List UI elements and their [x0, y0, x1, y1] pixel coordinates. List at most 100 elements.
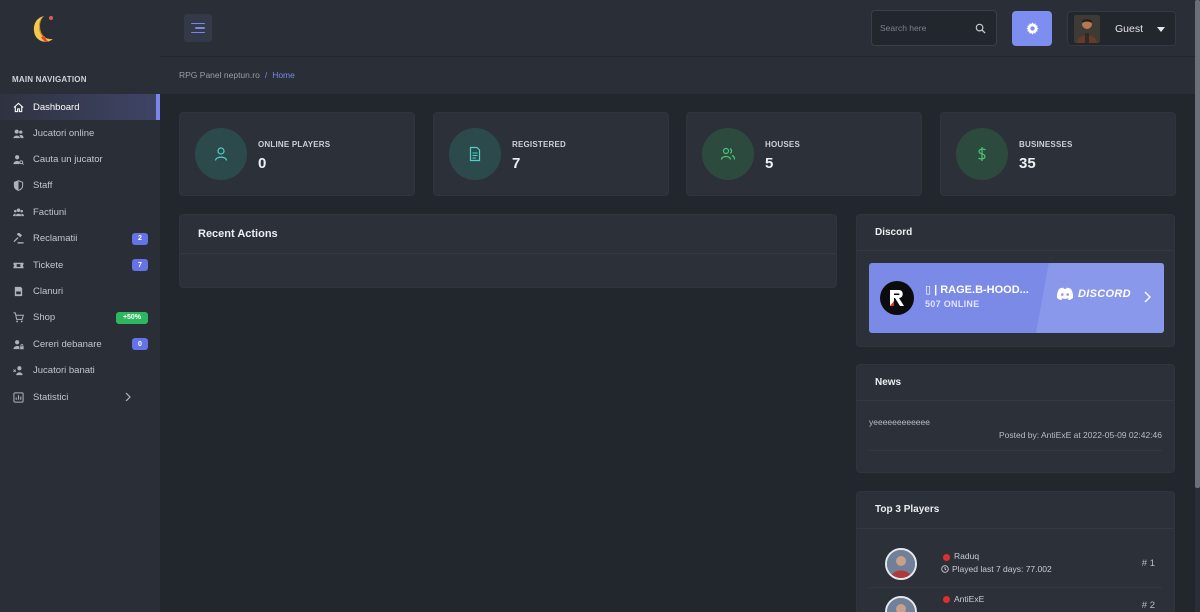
- search-icon[interactable]: [975, 23, 986, 34]
- settings-button[interactable]: [1012, 11, 1052, 46]
- tickete-count-badge: 7: [132, 259, 148, 272]
- search-box: [871, 10, 997, 46]
- sidebar-item-jucatori-banati[interactable]: Jucatori banati: [0, 358, 160, 384]
- caret-down-icon: [1157, 27, 1165, 32]
- menu-toggle-button[interactable]: [184, 14, 212, 42]
- shield-icon: [12, 180, 24, 192]
- main-nav: Dashboard Jucatori online Cauta un jucat…: [0, 94, 160, 410]
- panel-title: Discord: [875, 227, 913, 238]
- sidebar-item-label: Statistici: [33, 391, 69, 403]
- avatar: [885, 548, 917, 580]
- sidebar-item-label: Reclamatii: [33, 233, 78, 245]
- news-panel: News yeeeeeeeeeeee Posted by: AntiExE at…: [856, 364, 1175, 473]
- divider: [857, 250, 1174, 251]
- home-icon: [12, 101, 24, 113]
- divider: [869, 587, 1162, 588]
- panel-title: News: [875, 377, 902, 388]
- discord-server-name: ⁣▯ | RAGE.B-HOOD...: [925, 284, 1029, 296]
- breadcrumb-root-link[interactable]: RPG Panel neptun.ro: [179, 70, 260, 80]
- stat-value: 35: [1019, 155, 1036, 172]
- stat-label: HOUSES: [765, 140, 800, 149]
- avatar: [885, 596, 917, 612]
- avatar: [1074, 15, 1100, 43]
- player-rank: # 1: [1141, 558, 1155, 569]
- panel-title: Recent Actions: [198, 228, 278, 240]
- list-item[interactable]: Raduq Played last 7 days: 77.002 # 1: [857, 540, 1174, 588]
- book-icon: [12, 286, 24, 298]
- chevron-right-icon: [1144, 291, 1151, 303]
- server-logo-icon: [880, 281, 914, 315]
- sidebar: MAIN NAVIGATION Dashboard Jucatori onlin…: [0, 0, 160, 612]
- cart-icon: [12, 312, 24, 324]
- topbar: Guest: [160, 0, 1195, 56]
- menu-line-icon: [195, 27, 205, 29]
- dollar-icon: [956, 128, 1008, 180]
- brand-logo[interactable]: [28, 12, 58, 46]
- clock-icon: [941, 565, 949, 573]
- divider: [857, 528, 1174, 529]
- player-played-time: Played last 7 days: 77.002: [941, 564, 1052, 574]
- sidebar-item-staff[interactable]: Staff: [0, 173, 160, 199]
- user-ban-icon: [12, 365, 24, 377]
- menu-line-icon: [191, 31, 205, 34]
- breadcrumb: RPG Panel neptun.ro / Home: [179, 70, 295, 80]
- recent-actions-panel: Recent Actions: [179, 214, 837, 288]
- user-search-icon: [12, 154, 24, 166]
- gear-icon: [1025, 22, 1039, 35]
- page-scrollbar[interactable]: [1195, 0, 1200, 612]
- search-input[interactable]: [880, 11, 970, 45]
- list-item[interactable]: AntiExE # 2: [857, 589, 1174, 612]
- stat-value: 5: [765, 155, 774, 172]
- scrollbar-thumb[interactable]: [1195, 0, 1200, 488]
- discord-server-widget[interactable]: ⁣▯ | RAGE.B-HOOD... 507 ONLINE DISCORD: [869, 263, 1164, 333]
- stat-label: BUSINESSES: [1019, 140, 1073, 149]
- document-icon: [449, 128, 501, 180]
- sidebar-item-label: Cereri debanare: [33, 338, 102, 350]
- sidebar-item-factiuni[interactable]: Factiuni: [0, 199, 160, 225]
- discord-brand: DISCORD: [1056, 287, 1131, 301]
- sidebar-item-label: Staff: [33, 180, 53, 192]
- stat-label: REGISTERED: [512, 140, 567, 149]
- discord-logo-icon: [1056, 287, 1074, 300]
- cereri-count-badge: 0: [132, 338, 148, 351]
- top-players-panel: Top 3 Players Raduq Played last 7 days: …: [856, 491, 1175, 612]
- sidebar-item-label: Cauta un jucator: [33, 154, 103, 166]
- sidebar-item-label: Dashboard: [33, 101, 80, 113]
- user-name: Guest: [1115, 23, 1144, 35]
- shop-discount-badge: +50%: [116, 311, 148, 324]
- news-posted-by: Posted by: AntiExE at 2022-05-09 02:42:4…: [998, 430, 1162, 440]
- user-lock-icon: [12, 338, 24, 350]
- chevron-right-icon: [125, 392, 131, 402]
- sidebar-item-tickete[interactable]: Tickete 7: [0, 252, 160, 278]
- user-icon: [195, 128, 247, 180]
- stat-card-houses: HOUSES 5: [686, 112, 922, 196]
- sidebar-item-clanuri[interactable]: Clanuri: [0, 278, 160, 304]
- panel-title: Top 3 Players: [875, 504, 940, 515]
- gavel-icon: [12, 233, 24, 245]
- stat-value: 7: [512, 155, 521, 172]
- sidebar-item-reclamatii[interactable]: Reclamatii 2: [0, 226, 160, 252]
- divider: [857, 400, 1174, 401]
- nav-title: MAIN NAVIGATION: [12, 75, 87, 84]
- sidebar-item-shop[interactable]: Shop +50%: [0, 305, 160, 331]
- player-name: Raduq: [954, 551, 980, 561]
- player-played-label: Played last 7 days: 77.002: [952, 564, 1052, 574]
- sidebar-item-jucatori-online[interactable]: Jucatori online: [0, 120, 160, 146]
- divider: [869, 450, 1162, 451]
- sidebar-item-statistici[interactable]: Statistici: [0, 384, 160, 410]
- stat-card-businesses: BUSINESSES 35: [940, 112, 1176, 196]
- sidebar-item-label: Shop: [33, 312, 56, 324]
- ticket-icon: [12, 259, 24, 271]
- stat-card-registered: REGISTERED 7: [433, 112, 669, 196]
- user-menu-button[interactable]: Guest: [1067, 11, 1176, 46]
- users-icon: [12, 127, 24, 139]
- sidebar-item-dashboard[interactable]: Dashboard: [0, 94, 160, 120]
- sidebar-item-cereri-debanare[interactable]: Cereri debanare 0: [0, 331, 160, 357]
- users-icon: [702, 128, 754, 180]
- sidebar-item-label: Tickete: [33, 259, 64, 271]
- discord-online-count: 507 ONLINE: [925, 299, 980, 309]
- offline-status-dot: [943, 554, 950, 561]
- news-text: yeeeeeeeeeeee: [869, 417, 930, 427]
- player-name: AntiExE: [954, 594, 985, 604]
- sidebar-item-cauta-jucator[interactable]: Cauta un jucator: [0, 146, 160, 172]
